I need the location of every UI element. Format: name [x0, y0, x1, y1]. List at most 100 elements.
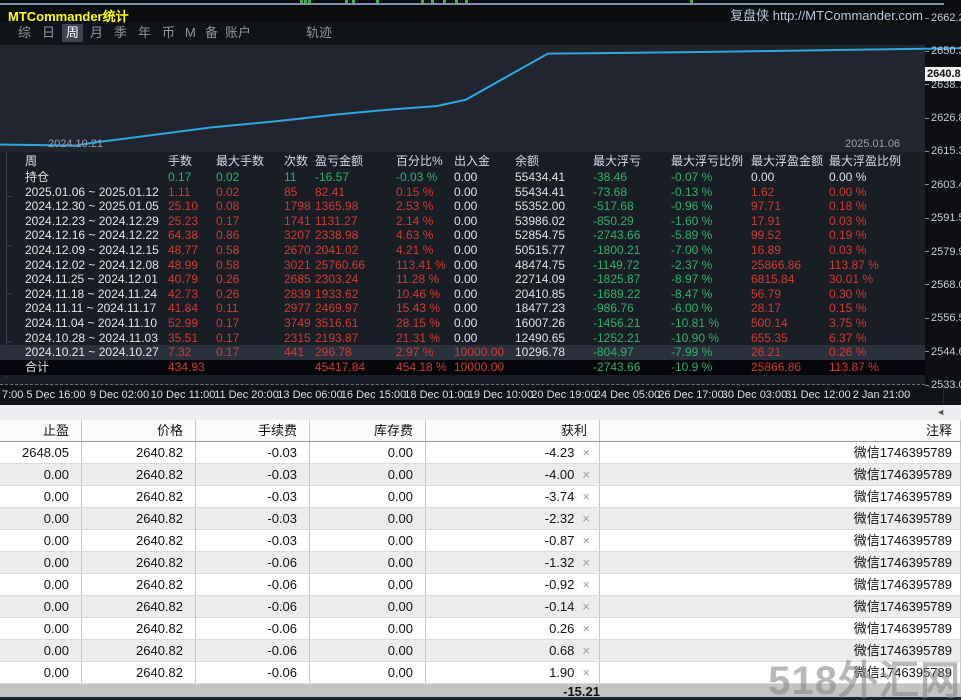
profit-cell: -0.92× [426, 574, 600, 595]
stats-total-row[interactable]: 合计434.9345417.84454.18 %10000.00-2743.66… [0, 360, 925, 375]
time-axis-label: 26 Dec 17:00 [658, 389, 723, 401]
stats-row[interactable]: 2024.12.23 ~ 2024.12.2925.230.1717411131… [0, 214, 925, 229]
price-tick: 2615.3 [925, 145, 961, 157]
close-trade-icon[interactable]: × [582, 644, 590, 657]
trade-header-cell[interactable]: 价格 [82, 420, 196, 441]
stats-row[interactable]: 2024.12.30 ~ 2025.01.0525.100.0817981365… [0, 199, 925, 214]
trade-cell: 0.00 [310, 640, 426, 661]
trade-row[interactable]: 0.002640.82-0.030.00-0.87×微信1746395789 [0, 530, 961, 552]
trade-header-cell[interactable]: 止盈 [0, 420, 82, 441]
menu-item-6[interactable]: 年 [134, 24, 155, 42]
horizontal-scrollbar[interactable]: ◄ [0, 405, 961, 421]
trade-marker-icon [304, 0, 307, 3]
stats-cell: 2670 [284, 243, 315, 258]
stats-row[interactable]: 2024.12.02 ~ 2024.12.0848.990.5830212576… [0, 258, 925, 273]
profit-value: -4.23 [545, 442, 575, 463]
stats-cell: 25866.86 [751, 360, 829, 375]
stats-cell: 22714.09 [515, 272, 593, 287]
trade-row[interactable]: 0.002640.82-0.060.00-0.92×微信1746395789 [0, 574, 961, 596]
stats-header-cell: 盈亏金额 [315, 153, 396, 170]
close-trade-icon[interactable]: × [582, 490, 590, 503]
stats-cell: 0.02 [216, 185, 284, 200]
stats-row[interactable]: 2024.11.25 ~ 2024.12.0140.790.2626852303… [0, 272, 925, 287]
menu-item-5[interactable]: 季 [110, 24, 131, 42]
trade-row[interactable]: 0.002640.82-0.060.00-1.32×微信1746395789 [0, 552, 961, 574]
stats-cell: -0.13 % [671, 185, 751, 200]
stats-cell: -38.46 [593, 170, 671, 185]
trade-header-cell[interactable]: 手续费 [196, 420, 310, 441]
stats-cell: 2469.97 [315, 301, 396, 316]
stats-row[interactable]: 2024.10.28 ~ 2024.11.0335.510.1723152193… [0, 331, 925, 346]
scroll-left-arrow-icon[interactable]: ◄ [936, 407, 945, 417]
trade-row[interactable]: 0.002640.82-0.030.00-2.32×微信1746395789 [0, 508, 961, 530]
stats-cell: 2.14 % [396, 214, 454, 229]
profit-cell: -0.87× [426, 530, 600, 551]
menu-item-4[interactable]: 月 [86, 24, 107, 42]
trade-header-cell[interactable]: 获利 [426, 420, 600, 441]
menu-item-7[interactable]: 币 [158, 24, 179, 42]
stats-row-label: 2024.11.11 ~ 2024.11.17 [0, 301, 168, 316]
menu-item-8[interactable]: M [181, 24, 200, 42]
trade-row[interactable]: 2648.052640.82-0.030.00-4.23×微信174639578… [0, 442, 961, 464]
trade-header-cell[interactable]: 库存费 [310, 420, 426, 441]
trade-header-cell[interactable]: 注释 [600, 420, 961, 441]
stats-row[interactable]: 2024.12.09 ~ 2024.12.1548.770.5826702041… [0, 243, 925, 258]
close-trade-icon[interactable]: × [582, 468, 590, 481]
trade-cell: 0.00 [310, 574, 426, 595]
trade-row[interactable]: 0.002640.82-0.060.000.26×微信1746395789 [0, 618, 961, 640]
trade-row[interactable]: 0.002640.82-0.060.00-0.14×微信1746395789 [0, 596, 961, 618]
close-trade-icon[interactable]: × [582, 578, 590, 591]
stats-cell: 0.15 % [829, 301, 925, 316]
trade-comment: 微信1746395789 [600, 508, 961, 529]
stats-cell: 0.30 % [829, 287, 925, 302]
stats-cell: 41.84 [168, 301, 216, 316]
close-trade-icon[interactable]: × [582, 666, 590, 679]
menu-item-3[interactable]: 周 [62, 24, 83, 42]
menu-item-9[interactable]: 备 [201, 24, 222, 42]
trade-row[interactable]: 0.002640.82-0.030.00-4.00×微信1746395789 [0, 464, 961, 486]
stats-row[interactable]: 2024.10.21 ~ 2024.10.277.320.17441296.78… [0, 345, 925, 360]
stats-row[interactable]: 持仓0.170.0211-16.57-0.03 %0.0055434.41-38… [0, 170, 925, 185]
trade-cell: 2640.82 [82, 596, 196, 617]
menu-item-1[interactable]: 综 [14, 24, 35, 42]
trade-row[interactable]: 0.002640.82-0.030.00-3.74×微信1746395789 [0, 486, 961, 508]
trade-comment: 微信1746395789 [600, 596, 961, 617]
trade-cell: 0.00 [0, 486, 82, 507]
stats-cell: 0.03 % [829, 243, 925, 258]
price-tick: 2533.0 [925, 379, 961, 391]
stats-cell: -8.97 % [671, 272, 751, 287]
time-axis-label: 20 Dec 19:00 [531, 389, 596, 401]
stats-cell: 56.79 [751, 287, 829, 302]
stats-cell: 2041.02 [315, 243, 396, 258]
close-trade-icon[interactable]: × [582, 512, 590, 525]
stats-row[interactable]: 2024.11.04 ~ 2024.11.1052.990.1737493516… [0, 316, 925, 331]
price-axis[interactable]: 2662.22650.32638.72626.82615.32603.42591… [925, 8, 961, 403]
stats-row[interactable]: 2024.12.16 ~ 2024.12.2264.380.8632072338… [0, 228, 925, 243]
stats-row[interactable]: 2024.11.18 ~ 2024.11.2442.730.2628391933… [0, 287, 925, 302]
menu-item-11[interactable]: 轨迹 [302, 24, 336, 42]
close-trade-icon[interactable]: × [582, 534, 590, 547]
stats-row[interactable]: 2025.01.06 ~ 2025.01.121.110.028582.410.… [0, 185, 925, 200]
time-axis[interactable]: 7:005 Dec 16:009 Dec 02:0010 Dec 11:0011… [0, 384, 925, 404]
trade-marker-icon [455, 0, 458, 3]
close-trade-icon[interactable]: × [582, 446, 590, 459]
stats-cell: 10.46 % [396, 287, 454, 302]
profit-cell: -0.14× [426, 596, 600, 617]
menu-item-2[interactable]: 日 [38, 24, 59, 42]
stats-cell: 0.17 [168, 170, 216, 185]
stats-cell: -73.68 [593, 185, 671, 200]
menu-item-10[interactable]: 账户 [221, 24, 255, 42]
stats-cell: 0.00 [454, 170, 515, 185]
stats-header-cell: 最大浮亏比例 [671, 153, 751, 170]
close-trade-icon[interactable]: × [582, 622, 590, 635]
trade-marker-icon [690, 0, 693, 3]
close-trade-icon[interactable]: × [582, 600, 590, 613]
stats-cell: -1252.21 [593, 331, 671, 346]
stats-cell: 0.00 [454, 228, 515, 243]
stats-row[interactable]: 2024.11.11 ~ 2024.11.1741.840.1129772469… [0, 301, 925, 316]
trade-cell: 2648.05 [0, 442, 82, 463]
stats-cell: 99.52 [751, 228, 829, 243]
stats-cell: 48474.75 [515, 258, 593, 273]
brand-link[interactable]: 复盘侠 http://MTCommander.com [730, 5, 923, 24]
close-trade-icon[interactable]: × [582, 556, 590, 569]
